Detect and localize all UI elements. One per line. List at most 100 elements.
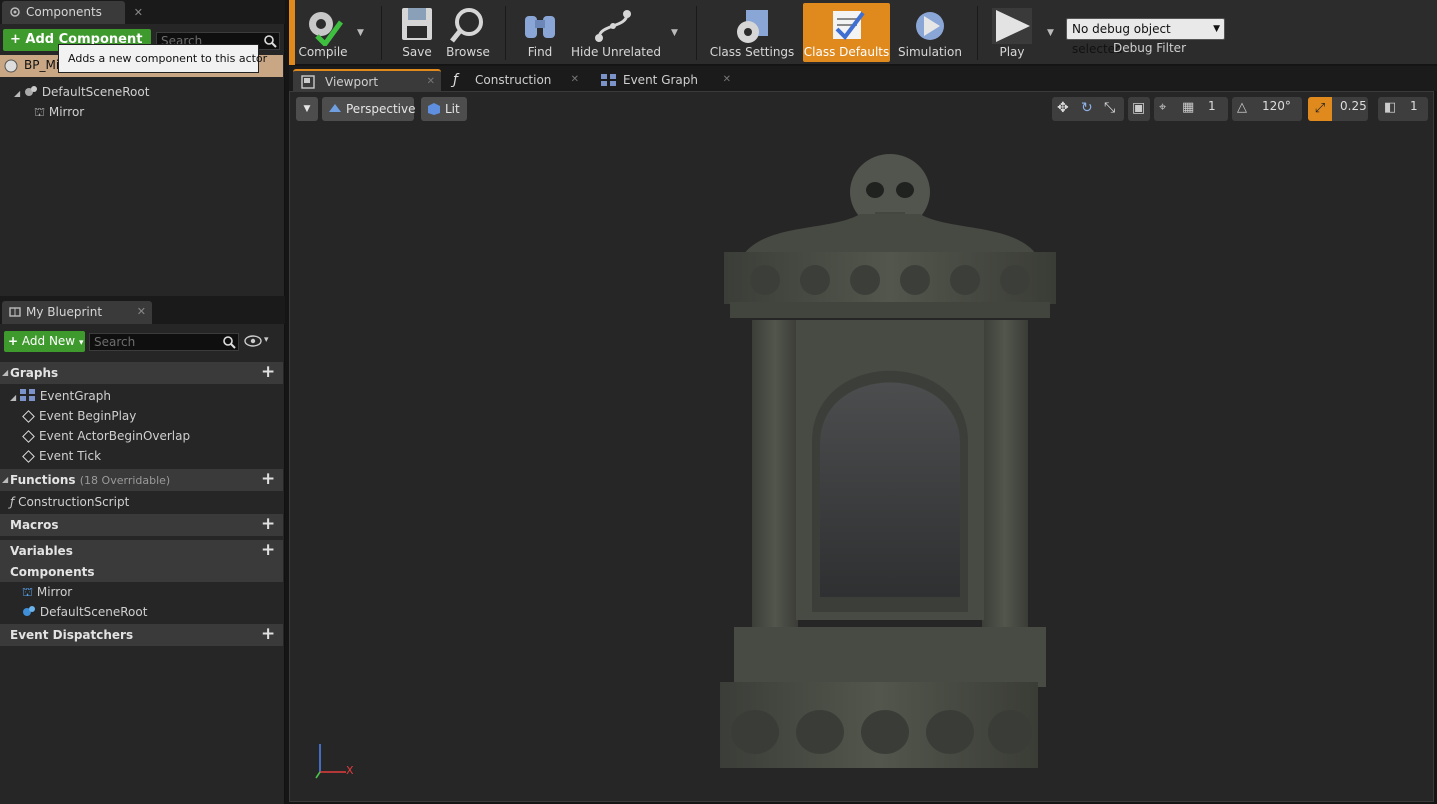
view-options-button[interactable]: ▾ <box>244 334 276 350</box>
my-blueprint-tabbar: My Blueprint ✕ <box>0 300 285 324</box>
plus-icon: + <box>8 334 19 348</box>
tab-event-graph[interactable]: Event Graph ✕ <box>591 69 737 91</box>
add-new-label: Add New <box>21 334 76 348</box>
tab-event-graph-label: Event Graph <box>623 73 698 87</box>
function-item-constructionscript[interactable]: ƒ ConstructionScript <box>0 492 283 512</box>
section-variables-label: Variables <box>10 544 73 558</box>
viewport-panel[interactable]: ▼ Perspective Lit ✥ ↻ ⤡ ▣ ⌖ ▦ 1 △ 120° ⤢… <box>289 91 1434 802</box>
static-mesh-icon: ⛫ <box>34 105 46 119</box>
section-event-dispatchers[interactable]: Event Dispatchers + <box>0 624 283 646</box>
graph-item-eventgraph[interactable]: ◢ EventGraph <box>0 386 283 406</box>
compile-button[interactable]: Compile <box>295 2 351 62</box>
graph-item-label: Event ActorBeginOverlap <box>39 429 191 443</box>
close-icon[interactable]: ✕ <box>723 69 731 91</box>
scale-icon[interactable]: ⤡ <box>1104 100 1115 116</box>
perspective-label: Perspective <box>346 102 416 116</box>
event-icon <box>22 430 35 443</box>
angle-icon[interactable]: △ <box>1237 100 1247 115</box>
toolbar-separator <box>381 6 382 60</box>
simulation-label: Simulation <box>898 45 962 59</box>
close-icon[interactable]: ✕ <box>571 69 579 91</box>
debug-object-select[interactable]: No debug object selected ▼ <box>1066 18 1225 56</box>
magnifier-icon <box>450 8 483 43</box>
browse-button[interactable]: Browse <box>443 2 493 62</box>
close-icon[interactable]: ✕ <box>134 6 143 19</box>
components-tabbar: Components ✕ <box>0 0 285 24</box>
section-macros[interactable]: Macros + <box>0 514 283 536</box>
mirror-mesh[interactable] <box>720 152 1060 772</box>
section-components[interactable]: Components <box>0 562 283 582</box>
camera-speed-icon: ◧ <box>1384 100 1397 115</box>
lit-button[interactable]: Lit <box>421 97 467 121</box>
perspective-button[interactable]: Perspective <box>322 97 416 121</box>
actor-icon <box>4 59 18 73</box>
grid-size-value[interactable]: 1 <box>1208 99 1216 113</box>
transform-tools: ✥ ↻ ⤡ <box>1052 97 1124 121</box>
section-graphs[interactable]: ◢ Graphs + <box>0 362 283 384</box>
viewport-options-button[interactable]: ▼ <box>296 97 318 121</box>
find-button[interactable]: Find <box>515 2 565 62</box>
close-icon[interactable]: ✕ <box>137 301 146 323</box>
compile-options-dropdown[interactable]: ▼ <box>357 28 364 38</box>
toolbar-separator <box>505 6 506 60</box>
toolbar-separator <box>977 6 978 60</box>
grid-icon[interactable]: ▦ <box>1182 100 1194 115</box>
axis-gizmo <box>315 744 346 779</box>
scale-snap-icon[interactable]: ⤢ <box>1308 97 1332 121</box>
lit-icon <box>428 103 440 115</box>
rotate-icon[interactable]: ↻ <box>1081 100 1093 116</box>
component-item-mirror[interactable]: ⛫ Mirror <box>0 582 283 602</box>
play-options-dropdown[interactable]: ▼ <box>1047 28 1054 38</box>
hide-unrelated-button[interactable]: Hide Unrelated <box>571 2 661 62</box>
camera-speed-group[interactable]: ◧ 1 <box>1378 97 1428 121</box>
close-icon[interactable]: ✕ <box>427 71 435 93</box>
tab-construction-script[interactable]: ƒ Construction Scrip ✕ <box>443 69 585 109</box>
simulation-button[interactable]: Simulation <box>895 2 965 62</box>
tree-item-mirror[interactable]: ⛫ Mirror <box>0 102 283 122</box>
class-defaults-label: Class Defaults <box>803 45 890 59</box>
main-toolbar: Compile ▼ Save Browse Find Hide Unrelate… <box>289 0 1437 65</box>
tab-my-blueprint[interactable]: My Blueprint ✕ <box>2 301 152 324</box>
graph-item-beginplay[interactable]: Event BeginPlay <box>0 406 283 426</box>
eye-icon <box>244 335 262 347</box>
debug-filter-label: Debug Filter <box>1113 41 1186 55</box>
class-settings-button[interactable]: Class Settings <box>709 2 795 62</box>
class-defaults-button[interactable]: Class Defaults <box>803 3 890 62</box>
graph-item-label: Event Tick <box>39 449 102 463</box>
add-graph-button[interactable]: + <box>261 364 275 381</box>
surface-snap-icon[interactable]: ⌖ <box>1159 100 1166 115</box>
tab-components[interactable]: Components ✕ <box>2 1 143 24</box>
graph-item-tick[interactable]: Event Tick <box>0 446 283 466</box>
expand-icon: ◢ <box>10 393 17 402</box>
add-macro-button[interactable]: + <box>261 516 275 533</box>
rotation-snap-group: △ 120° <box>1232 97 1302 121</box>
compile-label: Compile <box>298 45 348 59</box>
collapse-icon: ◢ <box>2 368 9 377</box>
add-new-button[interactable]: + Add New ▾ <box>4 331 85 352</box>
book-icon <box>9 307 21 317</box>
graph-item-actorbeginoverlap[interactable]: Event ActorBeginOverlap <box>0 426 283 446</box>
section-variables[interactable]: Variables + <box>0 540 283 562</box>
cube-icon: ▣ <box>1132 100 1146 116</box>
scale-snap-value[interactable]: 0.25 <box>1340 99 1367 113</box>
chevron-down-icon: ▾ <box>264 335 269 345</box>
translate-icon[interactable]: ✥ <box>1057 100 1069 116</box>
play-button[interactable]: Play <box>987 2 1037 62</box>
world-local-toggle[interactable]: ▣ <box>1128 97 1150 121</box>
add-function-button[interactable]: + <box>261 471 275 488</box>
add-variable-button[interactable]: + <box>261 542 275 559</box>
event-icon <box>22 410 35 423</box>
tree-item-label: Mirror <box>48 105 85 119</box>
add-event-dispatcher-button[interactable]: + <box>261 626 275 643</box>
section-functions[interactable]: ◢ Functions (18 Overridable) + <box>0 469 283 491</box>
tree-item-defaultsceneroot[interactable]: ◢ DefaultSceneRoot <box>0 82 283 102</box>
class-settings-label: Class Settings <box>709 45 795 59</box>
component-item-defaultsceneroot[interactable]: DefaultSceneRoot <box>0 602 283 622</box>
tab-viewport[interactable]: Viewport ✕ <box>293 69 441 91</box>
graph-item-label: Event BeginPlay <box>39 409 137 423</box>
save-button[interactable]: Save <box>393 2 441 62</box>
chevron-down-icon: ▾ <box>78 338 84 348</box>
hide-unrelated-dropdown[interactable]: ▼ <box>671 28 678 38</box>
blueprint-search-input[interactable]: Search <box>89 333 239 351</box>
rotation-snap-value[interactable]: 120° <box>1262 99 1291 113</box>
